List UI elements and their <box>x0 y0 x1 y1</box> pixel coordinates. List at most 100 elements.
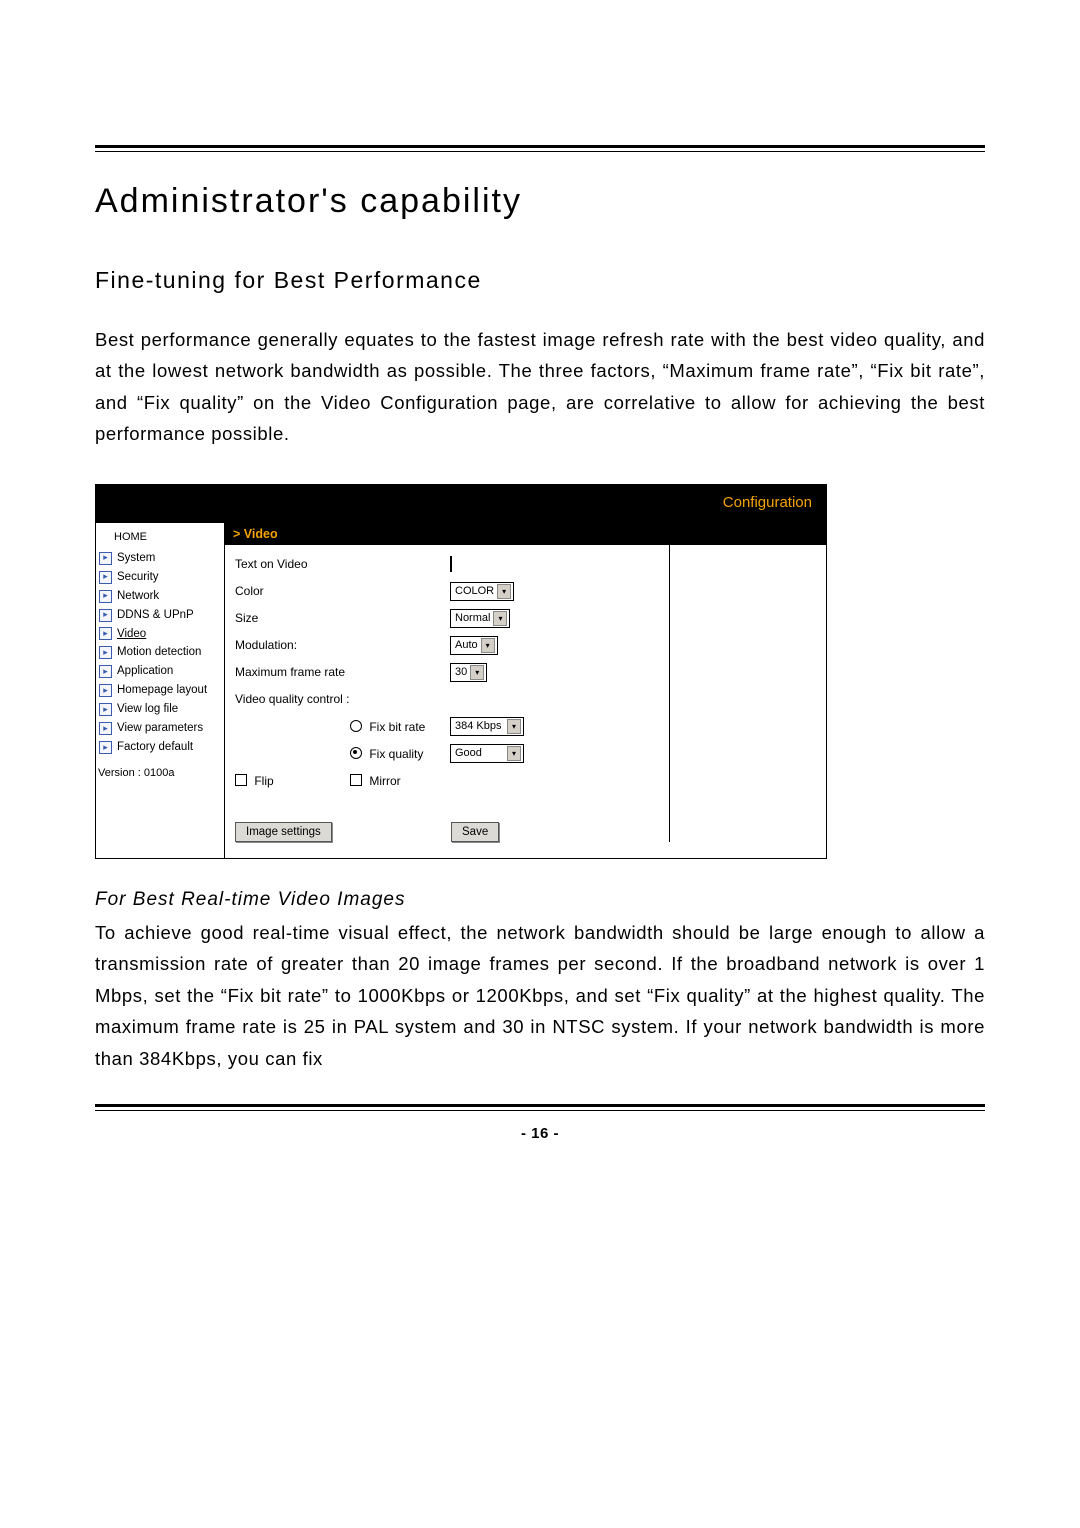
config-sidebar: HOME ▸ System ▸ Security ▸ Network ▸ DDN… <box>96 523 225 858</box>
page-root: Administrator's capability Fine-tuning f… <box>0 0 1080 1182</box>
input-text-on-video[interactable] <box>450 556 452 572</box>
radio-fix-bit-rate[interactable] <box>350 720 362 732</box>
checkbox-mirror[interactable] <box>350 774 362 786</box>
page-title: Administrator's capability <box>95 182 985 221</box>
arrow-right-icon: ▸ <box>99 741 112 754</box>
body-paragraph-2: To achieve good real-time visual effect,… <box>95 917 985 1074</box>
select-value: Auto <box>455 639 478 651</box>
select-value: 384 Kbps <box>455 720 501 732</box>
label-size: Size <box>235 611 450 625</box>
radio-label: Fix quality <box>369 747 423 761</box>
row-vqc-label: Video quality control : <box>235 686 659 713</box>
sidebar-item-factory-default[interactable]: ▸ Factory default <box>96 738 224 757</box>
sidebar-item-application[interactable]: ▸ Application <box>96 662 224 681</box>
chevron-down-icon: ▾ <box>497 584 511 599</box>
config-screenshot: Configuration HOME ▸ System ▸ Security ▸… <box>95 484 827 859</box>
config-body: HOME ▸ System ▸ Security ▸ Network ▸ DDN… <box>96 523 826 858</box>
sidebar-item-security[interactable]: ▸ Security <box>96 568 224 587</box>
checkbox-label: Mirror <box>369 774 400 788</box>
chevron-down-icon: ▾ <box>507 746 521 761</box>
select-size[interactable]: Normal ▾ <box>450 609 510 628</box>
video-form: Text on Video Color COLOR ▾ S <box>225 545 670 842</box>
arrow-right-icon: ▸ <box>99 552 112 565</box>
config-header: Configuration <box>96 485 826 523</box>
checkbox-group-mirror: Mirror <box>350 773 401 788</box>
row-max-frame-rate: Maximum frame rate 30 ▾ <box>235 659 659 686</box>
bottom-rule <box>95 1104 985 1111</box>
row-text-on-video: Text on Video <box>235 551 659 578</box>
row-modulation: Modulation: Auto ▾ <box>235 632 659 659</box>
select-max-frame-rate[interactable]: 30 ▾ <box>450 663 487 682</box>
sidebar-item-network[interactable]: ▸ Network <box>96 587 224 606</box>
sidebar-item-label: Homepage layout <box>117 683 207 698</box>
label-max-frame-rate: Maximum frame rate <box>235 665 450 679</box>
arrow-right-icon: ▸ <box>99 703 112 716</box>
image-settings-button[interactable]: Image settings <box>235 822 332 842</box>
config-tab-label[interactable]: Configuration <box>723 494 812 511</box>
label-color: Color <box>235 584 450 598</box>
section-subtitle: Fine-tuning for Best Performance <box>95 267 985 294</box>
chevron-down-icon: ▾ <box>481 638 495 653</box>
arrow-right-icon: ▸ <box>99 646 112 659</box>
arrow-right-icon: ▸ <box>99 609 112 622</box>
sidebar-item-video[interactable]: ▸ Video <box>96 625 224 644</box>
sidebar-item-homepage-layout[interactable]: ▸ Homepage layout <box>96 681 224 700</box>
intro-paragraph: Best performance generally equates to th… <box>95 324 985 450</box>
arrow-right-icon: ▸ <box>99 684 112 697</box>
checkbox-flip[interactable] <box>235 774 247 786</box>
button-row: Image settings Save <box>235 822 659 842</box>
arrow-right-icon: ▸ <box>99 722 112 735</box>
chevron-down-icon: ▾ <box>493 611 507 626</box>
main-title: > Video <box>225 523 826 545</box>
select-fix-quality[interactable]: Good ▾ <box>450 744 524 763</box>
arrow-right-icon: ▸ <box>99 571 112 584</box>
checkbox-group-flip: Flip <box>235 773 350 788</box>
select-value: Normal <box>455 612 490 624</box>
sidebar-item-label: Application <box>117 664 173 679</box>
select-color[interactable]: COLOR ▾ <box>450 582 514 601</box>
row-size: Size Normal ▾ <box>235 605 659 632</box>
sidebar-item-label: System <box>117 551 155 566</box>
top-rule <box>95 145 985 152</box>
select-fix-bit-rate[interactable]: 384 Kbps ▾ <box>450 717 524 736</box>
label-fix-bit-rate: Fix bit rate <box>235 719 450 734</box>
row-color: Color COLOR ▾ <box>235 578 659 605</box>
sidebar-item-ddns-upnp[interactable]: ▸ DDNS & UPnP <box>96 606 224 625</box>
sidebar-home[interactable]: HOME <box>96 527 224 549</box>
row-fix-quality: Fix quality Good ▾ <box>235 740 659 767</box>
sidebar-item-label: Motion detection <box>117 645 201 660</box>
arrow-right-icon: ▸ <box>99 590 112 603</box>
row-flip-mirror: Flip Mirror <box>235 767 659 794</box>
sidebar-item-label: Video <box>117 627 146 642</box>
subsection-title: For Best Real-time Video Images <box>95 889 985 911</box>
arrow-right-icon: ▸ <box>99 627 112 640</box>
radio-label: Fix bit rate <box>369 720 425 734</box>
label-fix-quality: Fix quality <box>235 746 450 761</box>
chevron-down-icon: ▾ <box>470 665 484 680</box>
save-button[interactable]: Save <box>451 822 499 842</box>
chevron-down-icon: ▾ <box>507 719 521 734</box>
sidebar-version: Version : 0100a <box>96 757 224 801</box>
page-number: - 16 - <box>95 1125 985 1142</box>
select-modulation[interactable]: Auto ▾ <box>450 636 498 655</box>
label-text-on-video: Text on Video <box>235 557 450 571</box>
config-main: > Video Text on Video Color COLOR ▾ <box>225 523 826 858</box>
sidebar-item-label: Network <box>117 589 159 604</box>
select-value: COLOR <box>455 585 494 597</box>
row-fix-bit-rate: Fix bit rate 384 Kbps ▾ <box>235 713 659 740</box>
sidebar-item-label: View log file <box>117 702 178 717</box>
sidebar-item-label: DDNS & UPnP <box>117 608 194 623</box>
arrow-right-icon: ▸ <box>99 665 112 678</box>
select-value: Good <box>455 747 482 759</box>
sidebar-item-motion-detection[interactable]: ▸ Motion detection <box>96 643 224 662</box>
sidebar-item-view-parameters[interactable]: ▸ View parameters <box>96 719 224 738</box>
checkbox-label: Flip <box>254 774 273 788</box>
sidebar-item-system[interactable]: ▸ System <box>96 549 224 568</box>
select-value: 30 <box>455 666 467 678</box>
sidebar-item-label: Factory default <box>117 740 193 755</box>
label-modulation: Modulation: <box>235 638 450 652</box>
radio-fix-quality[interactable] <box>350 747 362 759</box>
sidebar-item-view-log-file[interactable]: ▸ View log file <box>96 700 224 719</box>
sidebar-item-label: View parameters <box>117 721 203 736</box>
sidebar-item-label: Security <box>117 570 159 585</box>
